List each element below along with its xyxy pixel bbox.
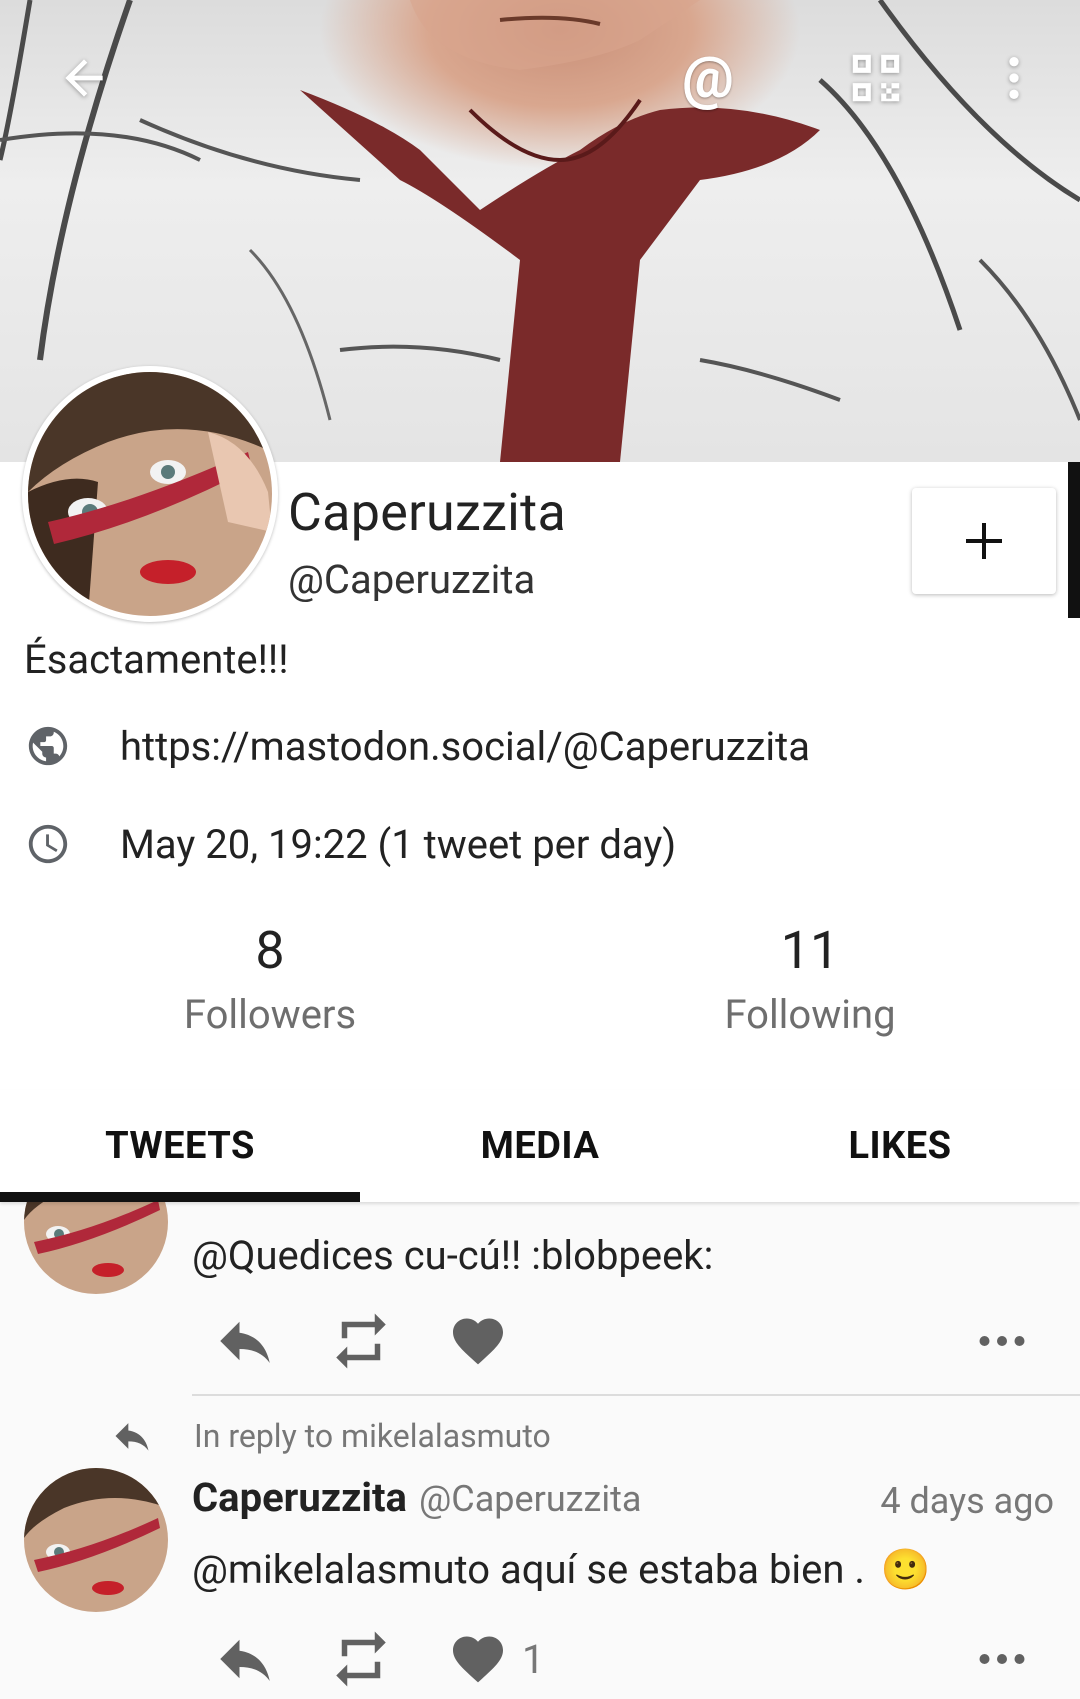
mention-button[interactable]: @ [668, 38, 748, 118]
following-count: 11 [780, 920, 840, 981]
at-icon: @ [682, 44, 734, 112]
followers-count: 8 [255, 920, 285, 981]
status-content: @mikelalasmuto aquí se estaba bien . 🙂 [192, 1546, 931, 1593]
boost-button[interactable] [328, 1624, 394, 1694]
reply-button[interactable] [212, 1306, 278, 1376]
arrow-left-icon [65, 59, 103, 97]
status-divider [192, 1394, 1080, 1396]
in-reply-to-text: In reply to mikelalasmuto [194, 1417, 551, 1455]
reply-icon [220, 1321, 270, 1363]
heart-icon [453, 1636, 503, 1683]
globe-icon [24, 722, 72, 770]
status-timestamp: 4 days ago [880, 1480, 1054, 1522]
profile-website-link[interactable]: https://mastodon.social/@Caperuzzita [120, 723, 810, 770]
favourite-button[interactable] [448, 1306, 508, 1376]
more-vert-icon [1009, 57, 1019, 99]
clock-icon [24, 820, 72, 868]
reply-button[interactable] [212, 1624, 278, 1694]
status-more-button[interactable] [972, 1306, 1032, 1376]
more-horiz-icon [979, 1654, 1025, 1664]
favourite-button[interactable]: 1 [448, 1624, 544, 1694]
profile-tabs: TWEETS MEDIA LIKES [0, 1090, 1080, 1202]
status-author-handle[interactable]: @Caperuzzita [419, 1478, 642, 1520]
tab-media[interactable]: MEDIA [360, 1090, 720, 1202]
followers-stat[interactable]: 8 Followers [120, 920, 420, 1038]
scrollbar-thumb[interactable] [1068, 462, 1080, 618]
status-header: Caperuzzita @Caperuzzita [192, 1474, 642, 1521]
following-stat[interactable]: 11 Following [660, 920, 960, 1038]
favourite-count: 1 [522, 1635, 545, 1683]
back-button[interactable] [44, 38, 124, 118]
following-label: Following [724, 991, 896, 1038]
avatar-photo [28, 372, 272, 616]
status-actions [212, 1306, 1072, 1376]
status-actions: 1 [212, 1624, 1072, 1694]
reply-icon [220, 1639, 270, 1681]
profile-joined-row: May 20, 19:22 (1 tweet per day) [24, 820, 676, 868]
more-horiz-icon [979, 1336, 1025, 1346]
status-more-button[interactable] [972, 1624, 1032, 1694]
in-reply-to-line[interactable]: In reply to mikelalasmuto [110, 1414, 551, 1458]
boost-button[interactable] [328, 1306, 394, 1376]
smiley-emoji: 🙂 [880, 1546, 931, 1593]
qr-code-icon [852, 54, 900, 102]
reply-indicator-icon [115, 1423, 149, 1451]
plus-icon [966, 523, 1002, 559]
tab-tweets[interactable]: TWEETS [0, 1090, 360, 1202]
profile-website-row[interactable]: https://mastodon.social/@Caperuzzita [24, 722, 810, 770]
status-author-name[interactable]: Caperuzzita [192, 1474, 407, 1521]
boost-icon [336, 1313, 386, 1369]
profile-handle: @Caperuzzita [288, 556, 536, 603]
heart-icon [453, 1318, 503, 1365]
status-avatar[interactable] [24, 1468, 168, 1612]
status-content-text: @mikelalasmuto aquí se estaba bien . [192, 1546, 865, 1593]
more-options-button[interactable] [974, 38, 1054, 118]
profile-bio: Ésactamente!!! [24, 636, 289, 683]
profile-joined-text: May 20, 19:22 (1 tweet per day) [120, 820, 677, 868]
qr-code-button[interactable] [836, 38, 916, 118]
tab-likes[interactable]: LIKES [720, 1090, 1080, 1202]
boost-icon [336, 1631, 386, 1687]
follow-button[interactable] [912, 488, 1056, 594]
followers-label: Followers [183, 991, 357, 1038]
profile-display-name: Caperuzzita [288, 482, 567, 543]
profile-avatar[interactable] [22, 366, 278, 622]
status-content: @Quedices cu-cú!! :blobpeek: [192, 1232, 714, 1279]
